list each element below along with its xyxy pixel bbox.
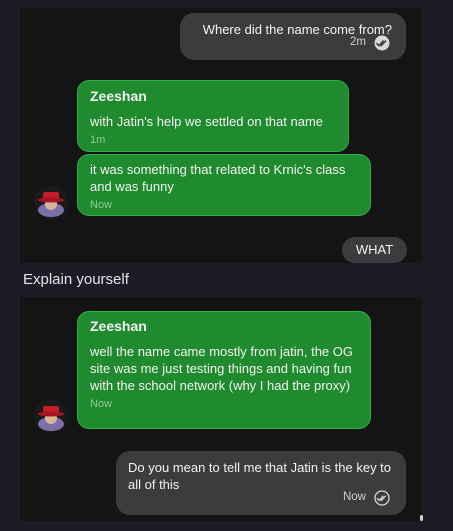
message-text: Do you mean to tell me that Jatin is the… bbox=[128, 460, 392, 492]
message-time: Now bbox=[90, 398, 113, 410]
chat-panel-bottom: Zeeshan well the name came mostly from j… bbox=[20, 297, 422, 521]
sent-message[interactable]: Do you mean to tell me that Jatin is the… bbox=[116, 451, 406, 515]
sent-message[interactable]: Where did the name come from? 2m bbox=[180, 13, 406, 60]
double-check-icon bbox=[374, 35, 390, 50]
received-message[interactable]: Zeeshan well the name came mostly from j… bbox=[77, 311, 371, 429]
avatar[interactable] bbox=[34, 399, 68, 433]
message-time: 1m bbox=[90, 134, 106, 146]
message-meta: 2m bbox=[350, 34, 392, 51]
message-time: 2m bbox=[350, 36, 366, 48]
avatar[interactable] bbox=[34, 185, 68, 219]
chat-panel-top: Where did the name come from? 2m Zeeshan… bbox=[20, 8, 422, 263]
message-text: well the name came mostly from jatin, th… bbox=[90, 344, 353, 393]
sender-name: Zeeshan bbox=[90, 88, 147, 104]
message-text: it was something that related to Krnic's… bbox=[90, 162, 346, 194]
received-message[interactable]: it was something that related to Krnic's… bbox=[77, 154, 371, 216]
message-time: Now bbox=[342, 491, 366, 503]
received-message[interactable]: Zeeshan with Jatin's help we settled on … bbox=[77, 80, 349, 152]
scrollbar-thumb[interactable] bbox=[420, 515, 423, 521]
caption-text: Explain yourself bbox=[23, 271, 129, 288]
message-meta: Now bbox=[343, 489, 392, 506]
double-check-icon bbox=[374, 489, 390, 506]
message-time: Now bbox=[90, 199, 113, 211]
sent-message[interactable]: WHAT bbox=[342, 237, 407, 263]
message-text: WHAT bbox=[355, 242, 394, 257]
sender-name: Zeeshan bbox=[90, 318, 147, 334]
message-text: with Jatin's help we settled on that nam… bbox=[90, 114, 324, 129]
